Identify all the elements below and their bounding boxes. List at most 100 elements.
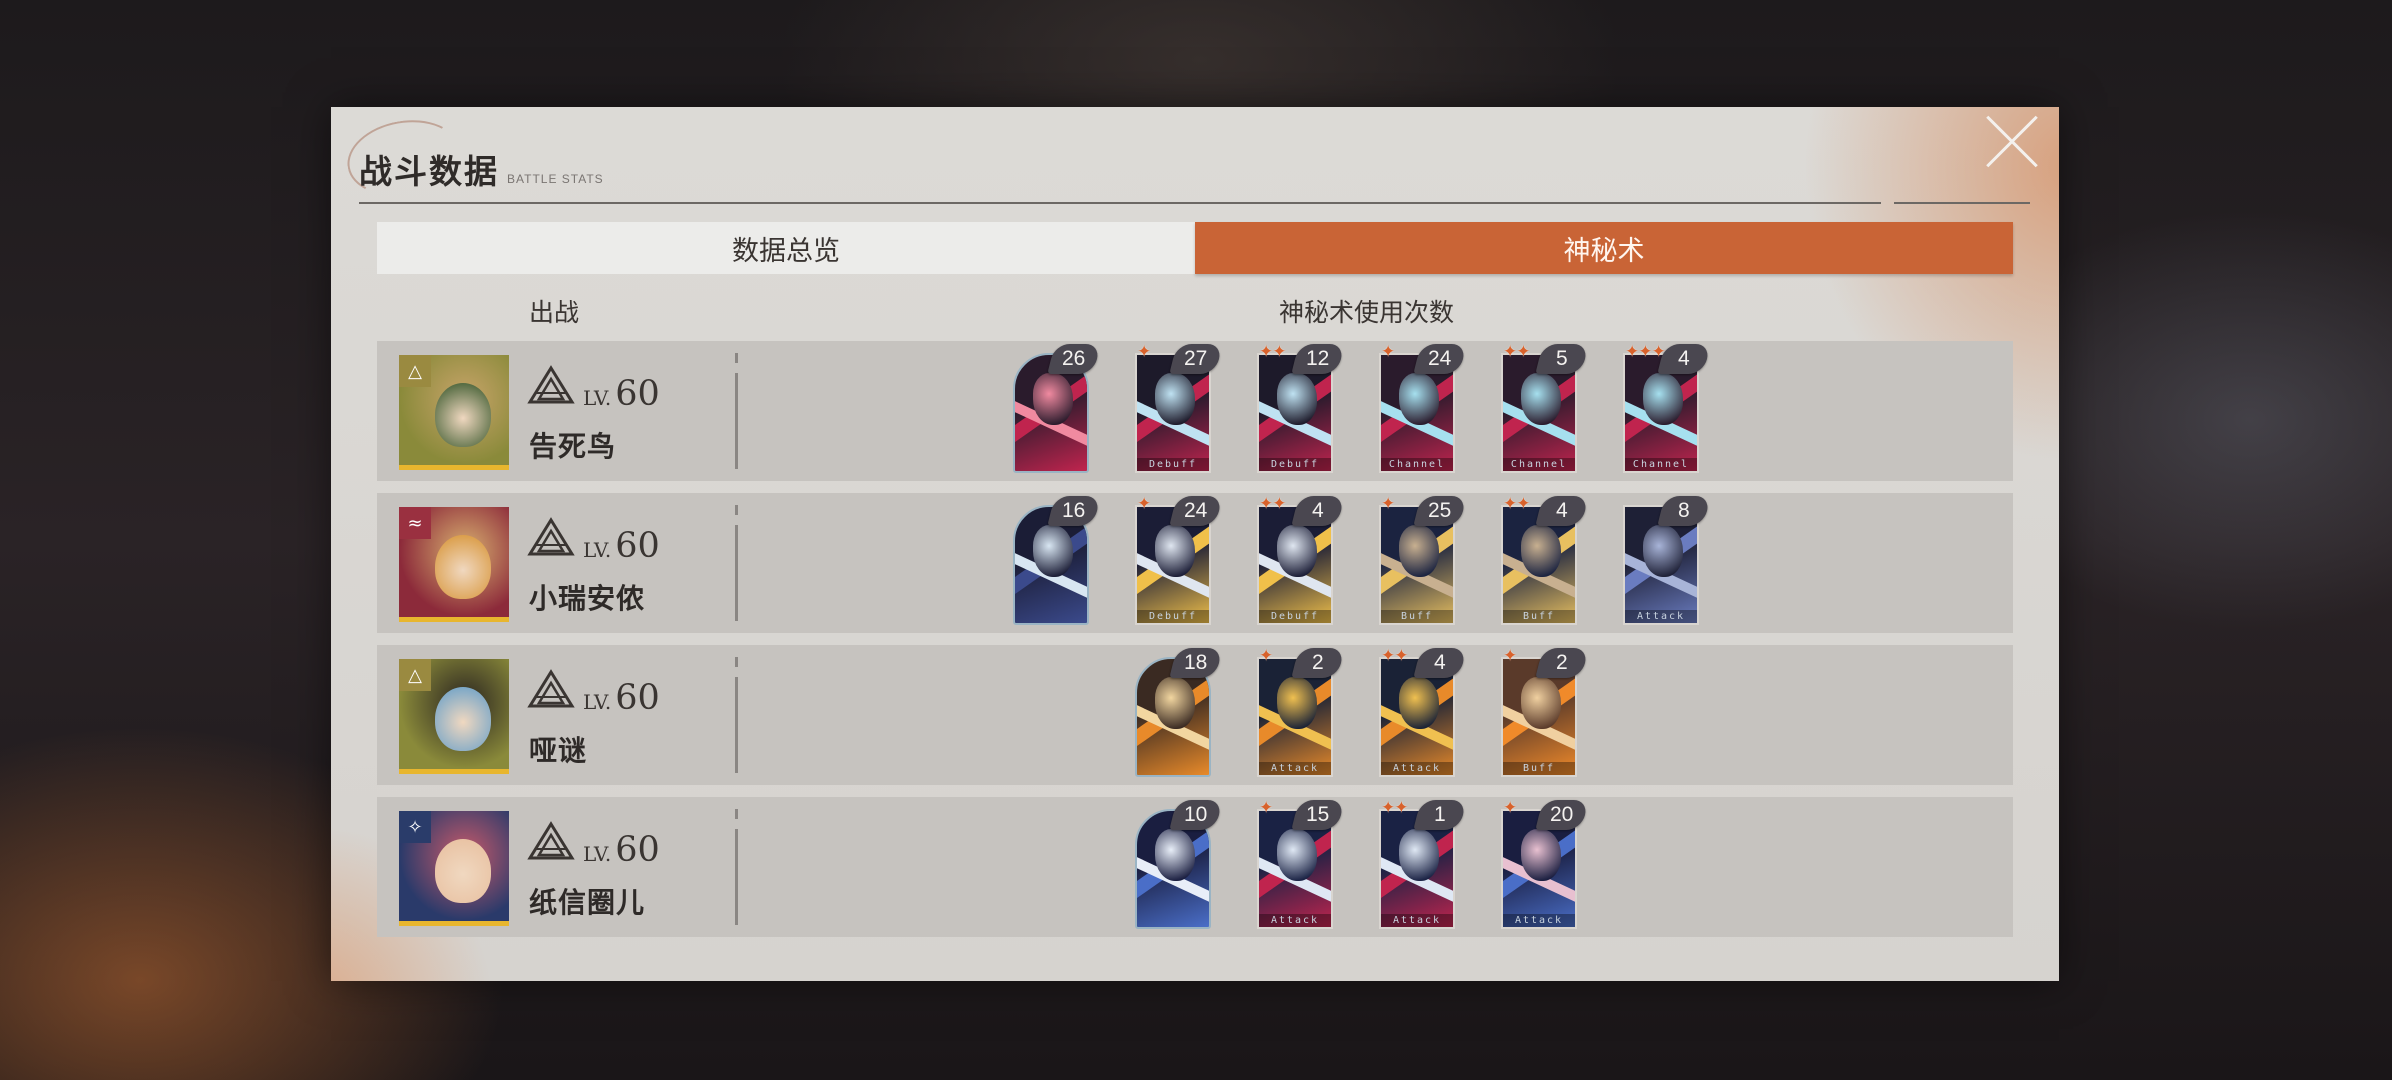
card-art-figure bbox=[1399, 373, 1439, 425]
usage-count: 12 bbox=[1306, 347, 1330, 370]
character-row: ≈ LV. 60 小瑞安侬 16 Debuff ✦ 24 Debuff ✦✦ 4 Buff ✦ 25 Bu… bbox=[377, 493, 2013, 633]
arcanum-card-slot: 18 bbox=[1135, 648, 1245, 777]
usage-count-badge: 24 bbox=[1413, 344, 1467, 374]
usage-count: 18 bbox=[1184, 651, 1208, 674]
card-type-label: Channel bbox=[1625, 458, 1697, 471]
arcanum-card-slot: Buff ✦ 2 bbox=[1501, 646, 1611, 777]
card-rank-stars: ✦ bbox=[1259, 798, 1273, 818]
arcanum-cards: 10 Attack ✦ 15 Attack ✦✦ 1 Attack ✦ 20 bbox=[377, 798, 2013, 929]
usage-count-badge: 2 bbox=[1535, 648, 1589, 678]
usage-count-badge: 18 bbox=[1169, 648, 1223, 678]
card-art-figure bbox=[1277, 525, 1317, 577]
arcanum-card-slot: Debuff ✦✦ 12 bbox=[1257, 342, 1367, 473]
arcanum-card-slot: Debuff ✦ 24 bbox=[1135, 494, 1245, 625]
usage-count: 15 bbox=[1306, 803, 1330, 826]
close-icon[interactable] bbox=[1983, 113, 2041, 171]
usage-count: 4 bbox=[1312, 499, 1324, 522]
header-divider-short bbox=[1829, 202, 1881, 204]
arcanum-cards: 16 Debuff ✦ 24 Debuff ✦✦ 4 Buff ✦ 25 Buff ✦✦ 4 Attack… bbox=[377, 494, 2013, 625]
card-art-figure bbox=[1277, 373, 1317, 425]
usage-count-badge: 12 bbox=[1291, 344, 1345, 374]
card-rank-stars: ✦ bbox=[1137, 494, 1151, 514]
card-type-label: Debuff bbox=[1137, 610, 1209, 623]
usage-count: 4 bbox=[1678, 347, 1690, 370]
usage-count: 10 bbox=[1184, 803, 1208, 826]
usage-count-badge: 26 bbox=[1047, 344, 1101, 374]
usage-count-badge: 4 bbox=[1291, 496, 1345, 526]
usage-count: 1 bbox=[1434, 803, 1446, 826]
card-type-label: Attack bbox=[1503, 914, 1575, 927]
arcanum-card-slot: 26 bbox=[1013, 344, 1123, 473]
card-art-figure bbox=[1521, 829, 1561, 881]
card-rank-stars: ✦ bbox=[1381, 494, 1395, 514]
card-art-figure bbox=[1399, 829, 1439, 881]
card-art-figure bbox=[1643, 525, 1683, 577]
arcanum-card-slot: 10 bbox=[1135, 800, 1245, 929]
header-divider bbox=[359, 202, 1847, 204]
card-rank-stars: ✦ bbox=[1137, 342, 1151, 362]
usage-count-badge: 4 bbox=[1535, 496, 1589, 526]
card-art-figure bbox=[1155, 525, 1195, 577]
card-type-label: Debuff bbox=[1259, 458, 1331, 471]
card-art-figure bbox=[1399, 525, 1439, 577]
card-rank-stars: ✦✦ bbox=[1381, 798, 1408, 818]
card-type-label: Buff bbox=[1503, 762, 1575, 775]
usage-count: 2 bbox=[1556, 651, 1568, 674]
card-rank-stars: ✦✦ bbox=[1381, 646, 1408, 666]
usage-count: 27 bbox=[1184, 347, 1208, 370]
arcanum-card-slot: Debuff ✦ 27 bbox=[1135, 342, 1245, 473]
card-art-figure bbox=[1033, 373, 1073, 425]
card-type-label: Channel bbox=[1381, 458, 1453, 471]
character-row: ✧ LV. 60 纸信圈儿 10 Attack ✦ 15 Attack ✦✦ 1 Attack ✦ 20 bbox=[377, 797, 2013, 937]
card-rank-stars: ✦ bbox=[1259, 646, 1273, 666]
card-type-label: Channel bbox=[1503, 458, 1575, 471]
usage-count-badge: 24 bbox=[1169, 496, 1223, 526]
card-type-label: Buff bbox=[1381, 610, 1453, 623]
usage-count: 2 bbox=[1312, 651, 1324, 674]
card-art-figure bbox=[1643, 373, 1683, 425]
card-rank-stars: ✦✦✦ bbox=[1625, 342, 1666, 362]
arcanum-card-slot: 16 bbox=[1013, 496, 1123, 625]
card-rank-stars: ✦ bbox=[1503, 646, 1517, 666]
arcanum-card-slot: Buff ✦✦ 4 bbox=[1501, 494, 1611, 625]
card-type-label: Attack bbox=[1625, 610, 1697, 623]
usage-count-badge: 8 bbox=[1657, 496, 1711, 526]
card-rank-stars: ✦ bbox=[1503, 798, 1517, 818]
card-art-figure bbox=[1521, 525, 1561, 577]
usage-count: 8 bbox=[1678, 499, 1690, 522]
arcanum-card-slot: Attack ✦ 15 bbox=[1257, 798, 1367, 929]
card-rank-stars: ✦✦ bbox=[1259, 342, 1286, 362]
character-row: △ LV. 60 告死鸟 26 Debuff ✦ 27 Debuff ✦✦ 12 Channel ✦ 2… bbox=[377, 341, 2013, 481]
usage-count-badge: 4 bbox=[1413, 648, 1467, 678]
tab-bar: 数据总览 神秘术 bbox=[377, 222, 2013, 274]
arcanum-card-slot: Attack ✦✦ 1 bbox=[1379, 798, 1489, 929]
card-rank-stars: ✦✦ bbox=[1503, 494, 1530, 514]
column-header-usage: 神秘术使用次数 bbox=[1279, 298, 1455, 327]
usage-count-badge: 16 bbox=[1047, 496, 1101, 526]
usage-count-badge: 2 bbox=[1291, 648, 1345, 678]
header-divider-right bbox=[1894, 202, 2030, 204]
card-art-figure bbox=[1521, 373, 1561, 425]
usage-count: 16 bbox=[1062, 499, 1086, 522]
usage-count-badge: 5 bbox=[1535, 344, 1589, 374]
card-art-figure bbox=[1277, 677, 1317, 729]
usage-count: 20 bbox=[1550, 803, 1574, 826]
arcanum-card-slot: Channel ✦✦ 5 bbox=[1501, 342, 1611, 473]
usage-count-badge: 10 bbox=[1169, 800, 1223, 830]
character-rows: △ LV. 60 告死鸟 26 Debuff ✦ 27 Debuff ✦✦ 12 Channel ✦ 2… bbox=[377, 341, 2013, 949]
column-header-deployed: 出战 bbox=[529, 298, 580, 327]
usage-count: 5 bbox=[1556, 347, 1568, 370]
usage-count-badge: 4 bbox=[1657, 344, 1711, 374]
tab-overview[interactable]: 数据总览 bbox=[377, 222, 1195, 274]
card-type-label: Attack bbox=[1259, 914, 1331, 927]
arcanum-card-slot: Buff ✦ 25 bbox=[1379, 494, 1489, 625]
card-art-figure bbox=[1277, 829, 1317, 881]
card-rank-stars: ✦✦ bbox=[1503, 342, 1530, 362]
card-type-label: Attack bbox=[1381, 914, 1453, 927]
usage-count-badge: 15 bbox=[1291, 800, 1345, 830]
arcanum-card-slot: Attack ✦ 20 bbox=[1501, 798, 1611, 929]
tab-arcanum[interactable]: 神秘术 bbox=[1195, 222, 2013, 274]
card-art-figure bbox=[1155, 677, 1195, 729]
card-rank-stars: ✦✦ bbox=[1259, 494, 1286, 514]
usage-count: 25 bbox=[1428, 499, 1452, 522]
